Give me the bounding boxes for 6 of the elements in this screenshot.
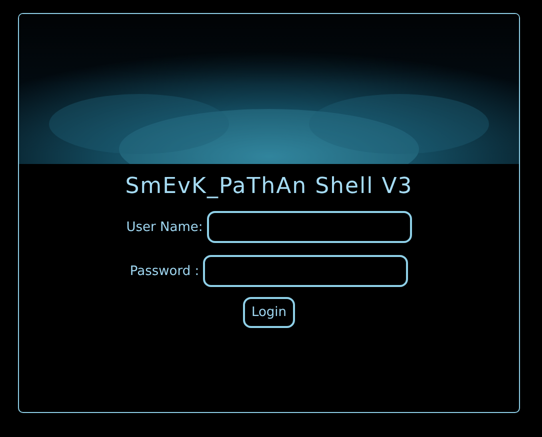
field-label: Password : <box>130 264 200 278</box>
login-button[interactable]: Login <box>243 297 295 328</box>
page-title: SmEvK_PaThAn Shell V3 <box>124 174 414 199</box>
password-field[interactable] <box>203 255 408 287</box>
field-label: User Name: <box>126 220 203 234</box>
username-field[interactable] <box>206 211 412 243</box>
